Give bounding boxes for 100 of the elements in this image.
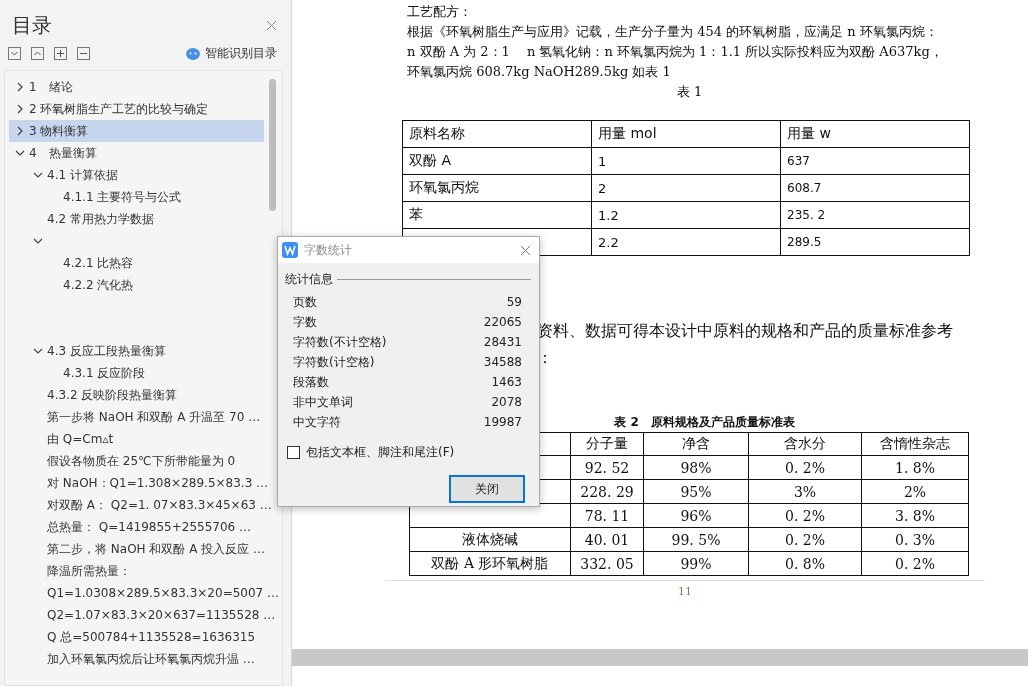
table-cell: 3. 8% [861, 503, 969, 528]
app-logo-icon [282, 242, 298, 258]
toc-item[interactable]: Q1=1.0308×289.5×83.3×20=5007 … [9, 582, 280, 604]
table-cell: 环氧氯丙烷 [402, 174, 592, 202]
collapse-all-icon[interactable] [31, 47, 44, 60]
plus-icon[interactable] [54, 47, 67, 60]
stat-value: 34588 [483, 355, 522, 369]
table-cell: 苯 [402, 201, 592, 229]
document-text: 根据《环氧树脂生产与应用》记载，生产分子量为 454 的环氧树脂，应满足 n 环氧氯丙烷： [407, 23, 939, 41]
toc-item[interactable]: Q 总=500784+1135528=1636315 [9, 626, 264, 648]
table-cell: 0. 8% [748, 551, 862, 576]
stat-label: 字符数(计空格) [293, 353, 375, 371]
table-cell: 96% [643, 503, 749, 528]
minus-icon[interactable] [77, 47, 90, 60]
table-cell: 235. 2 [780, 201, 970, 229]
toc-item[interactable]: 4.3.1 反应阶段 [9, 362, 264, 384]
page-number: 11 [678, 585, 692, 600]
toc-item[interactable]: 4 热量衡算 [9, 142, 264, 164]
chevron-right-icon[interactable] [15, 104, 25, 114]
table-header: 净含 [643, 432, 749, 456]
panel-title: 目录 [12, 12, 52, 39]
toc-item[interactable]: 3 物料衡算 [9, 120, 264, 142]
toc-item[interactable]: 4.2.1 比热容 [9, 252, 264, 274]
expand-all-icon[interactable] [8, 47, 21, 60]
table-cell: 3% [748, 479, 862, 504]
table-header: 用量 mol [591, 120, 781, 148]
table-cell: 2% [861, 479, 969, 504]
toc-item[interactable]: 2 环氧树脂生产工艺的比较与确定 [9, 98, 264, 120]
toc-item[interactable]: 假设各物质在 25℃下所带能量为 0 [9, 450, 264, 472]
table-cell: 1 [591, 147, 781, 175]
toc-item[interactable]: 4.3 反应工段热量衡算 [9, 340, 264, 362]
toc-item[interactable]: 总热量： Q=1419855+2555706 … [9, 516, 264, 538]
table-caption: 表 2 原料规格及产品质量标准表 [614, 414, 795, 431]
chevron-right-icon[interactable] [15, 126, 25, 136]
toc-item[interactable]: Q2=1.07×83.3×20×637=1135528 … [9, 604, 276, 626]
table-cell: 289.5 [780, 228, 970, 256]
table-cell: 0. 2% [748, 503, 862, 528]
chevron-down-icon[interactable] [33, 346, 43, 356]
table-cell: 637 [780, 147, 970, 175]
table-cell: 0. 3% [861, 527, 969, 552]
table-cell: 99. 5% [643, 527, 749, 552]
table-cell: 332. 05 [570, 551, 644, 576]
toc-item[interactable]: 降温所需热量： [9, 560, 264, 582]
table-cell: 1.2 [591, 201, 781, 229]
stat-value: 2078 [491, 395, 522, 409]
checkbox-label: 包括文本框、脚注和尾注(F) [306, 444, 455, 461]
table-header: 含惰性杂志 [861, 432, 969, 456]
document-text: ： [537, 348, 554, 369]
close-icon[interactable] [520, 244, 531, 256]
document-text: 工艺配方： [407, 3, 473, 21]
table-cell: 99% [643, 551, 749, 576]
toc-item[interactable]: 第二步，将 NaOH 和双酚 A 投入反应 … [9, 538, 266, 560]
document-text: 环氧氯丙烷 608.7kg NaOH289.5kg 如表 1 [407, 63, 672, 81]
document-text: n 双酚 A 为 2：1 n 氢氧化钠：n 环氧氯丙烷为 1：1.1 所以实际投料应为双酚 A637kg， [407, 43, 944, 61]
toc-item[interactable]: 4.1 计算依据 [9, 164, 264, 186]
section-label: 统计信息 [285, 271, 333, 288]
close-button[interactable]: 关闭 [449, 475, 525, 503]
table-header: 分子量 [570, 432, 644, 456]
chevron-right-icon[interactable] [15, 82, 25, 92]
toc-item[interactable]: 4.3.2 反映阶段热量衡算 [9, 384, 264, 406]
table-cell: 2 [591, 174, 781, 202]
toc-item[interactable]: 4.2 常用热力学数据 [9, 208, 264, 230]
table-cell: 40. 01 [570, 527, 644, 552]
table-cell: 228. 29 [570, 479, 644, 504]
stat-label: 字数 [293, 313, 317, 331]
table-header: 用量 w [780, 120, 970, 148]
table-cell: 1. 8% [861, 455, 969, 480]
toc-item[interactable]: 4.2.2 汽化热 [9, 274, 264, 296]
chevron-down-icon[interactable] [33, 236, 43, 246]
close-icon[interactable] [266, 20, 277, 31]
toc-item[interactable]: 4.1.1 主要符号与公式 [9, 186, 264, 208]
table-cell: 78. 11 [570, 503, 644, 528]
stat-value: 22065 [483, 315, 522, 329]
smart-toc-button[interactable]: 智能识别目录 [186, 45, 277, 62]
toc-item[interactable]: 对 NaOH：Q1=1.308×289.5×83.3 … [9, 472, 269, 494]
stat-label: 页数 [293, 293, 317, 311]
table-header: 含水分 [748, 432, 862, 456]
table-cell: 0. 2% [748, 455, 862, 480]
stat-value: 19987 [483, 415, 522, 429]
chevron-down-icon[interactable] [15, 148, 25, 158]
table-cell: 液体烧碱 [409, 527, 571, 552]
horizontal-scrollbar[interactable] [292, 649, 1028, 666]
toc-item[interactable]: 第一步将 NaOH 和双酚 A 升温至 70 … [9, 406, 264, 428]
table-caption: 表 1 [676, 83, 703, 101]
toc-item[interactable]: 对双酚 A： Q2=1. 07×83.3×45×63 … [9, 494, 272, 516]
table-cell: 双酚 A 形环氧树脂 [409, 551, 571, 576]
toc-item[interactable]: 1 绪论 [9, 76, 264, 98]
stat-label: 非中文单词 [293, 393, 353, 411]
chevron-down-icon[interactable] [33, 170, 43, 180]
scrollbar[interactable] [269, 79, 276, 211]
table-cell: 0. 2% [861, 551, 969, 576]
table-cell: 608.7 [780, 174, 970, 202]
table-cell: 95% [643, 479, 749, 504]
toc-item[interactable]: 加入环氧氯丙烷后让环氧氯丙烷升温 … [9, 648, 264, 670]
robot-icon [186, 47, 200, 60]
table-header: 原料名称 [402, 120, 592, 148]
toc-item[interactable]: 由 Q=Cm▵t [9, 428, 264, 450]
table-cell: 0. 2% [748, 527, 862, 552]
table-cell: 98% [643, 455, 749, 480]
checkbox[interactable] [287, 446, 300, 459]
